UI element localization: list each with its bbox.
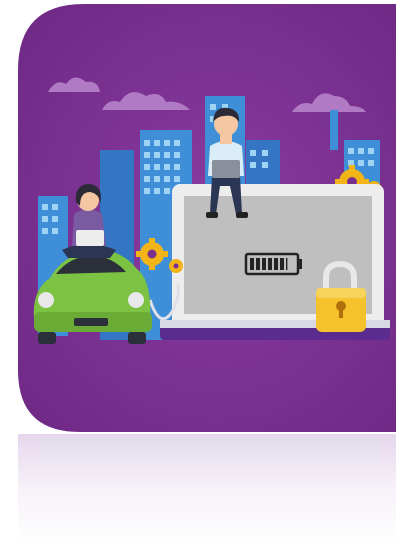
illustration-scene xyxy=(18,4,396,544)
gear-icon xyxy=(169,259,183,273)
card-reflection xyxy=(18,434,396,544)
illustration-card xyxy=(18,4,396,432)
